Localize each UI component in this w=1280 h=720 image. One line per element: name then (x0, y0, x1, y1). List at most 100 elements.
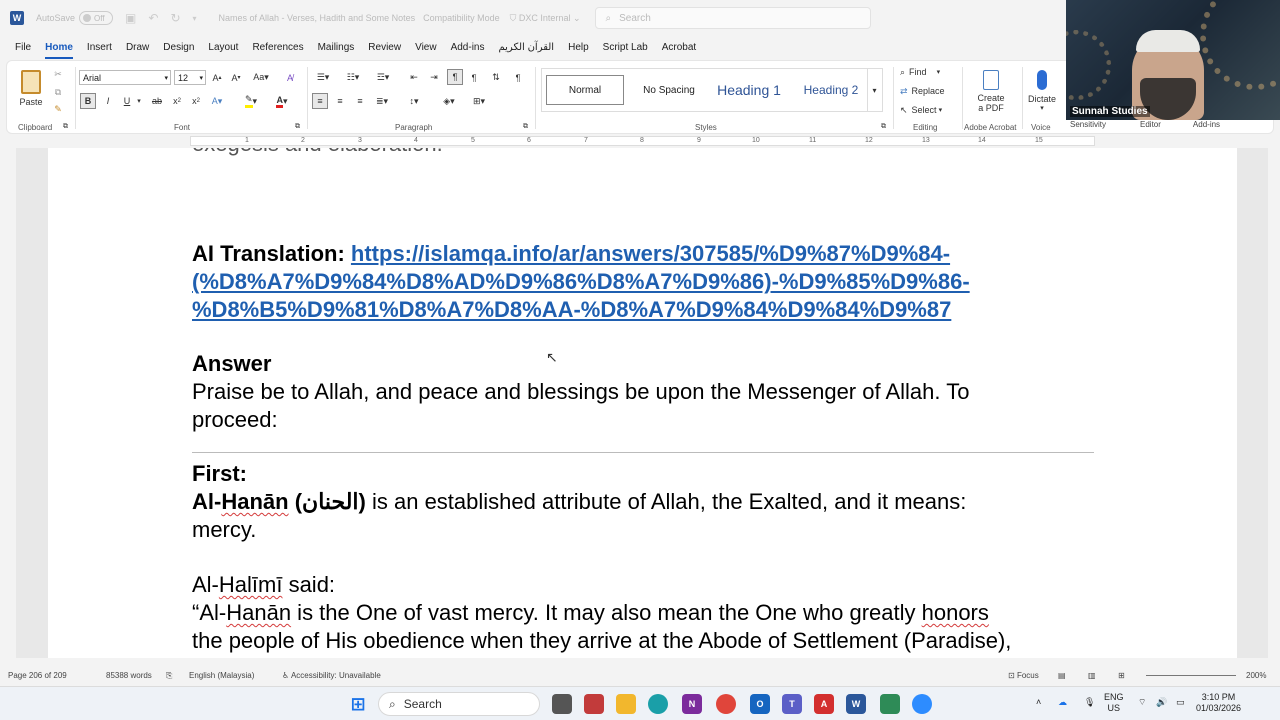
dictate-button[interactable]: Dictate ▾ (1025, 65, 1059, 117)
tab-mailings[interactable]: Mailings (318, 40, 355, 55)
clipboard-launcher-icon[interactable]: ⧉ (63, 123, 68, 131)
tab-file[interactable]: File (15, 40, 31, 55)
tab-draw[interactable]: Draw (126, 40, 149, 55)
subscript-button[interactable]: x2 (170, 93, 184, 109)
select-button[interactable]: ↖ Select ▾ (900, 103, 956, 117)
grow-font-icon[interactable]: A ▴ (210, 70, 224, 85)
mic-tray-icon[interactable]: 🎙 (1084, 697, 1095, 708)
tab-quran[interactable]: القرآن الكريم (498, 40, 554, 55)
increase-indent-icon[interactable]: ⇥ (427, 70, 441, 85)
styles-launcher-icon[interactable]: ⧉ (881, 123, 886, 131)
file-explorer-icon[interactable] (616, 694, 636, 714)
tab-view[interactable]: View (415, 40, 437, 55)
tab-review[interactable]: Review (368, 40, 401, 55)
shrink-font-icon[interactable]: A ▾ (229, 70, 243, 85)
wifi-icon[interactable]: ⌔ (1138, 697, 1146, 708)
font-color-icon[interactable]: A ▾ (272, 93, 292, 109)
print-layout-icon[interactable]: ▥ (1088, 671, 1096, 680)
tray-chevron-icon[interactable]: ˄ (1036, 697, 1041, 708)
accessibility-status[interactable]: ♿ Accessibility: Unavailable (282, 671, 381, 680)
redo-icon[interactable]: ↻ (170, 11, 180, 25)
focus-button[interactable]: ⊡ Focus (1008, 671, 1039, 680)
proofing-icon[interactable]: ⎘ (166, 671, 172, 681)
ltr-icon[interactable]: ¶ (447, 69, 463, 85)
vertical-scrollbar[interactable] (1256, 148, 1268, 658)
cut-icon[interactable]: ✂ (51, 67, 65, 81)
word-count[interactable]: 85388 words (106, 671, 152, 680)
chevron-down-icon[interactable]: ▾ (135, 93, 143, 109)
show-formatting-icon[interactable]: ¶ (511, 70, 525, 85)
style-heading-2[interactable]: Heading 2 (792, 75, 870, 105)
bold-button[interactable]: B (80, 93, 96, 109)
autosave-toggle[interactable]: Off (79, 11, 114, 25)
zoom-slider[interactable] (1146, 675, 1236, 676)
zoom-app-icon[interactable] (912, 694, 932, 714)
snipping-tool-icon[interactable] (584, 694, 604, 714)
document-page[interactable]: exegesis and elaboration. AI Translation… (48, 148, 1237, 658)
italic-button[interactable]: I (100, 93, 116, 109)
style-no-spacing[interactable]: No Spacing (630, 75, 708, 105)
zoom-level[interactable]: 200% (1246, 671, 1266, 680)
tab-script-lab[interactable]: Script Lab (603, 40, 648, 55)
multilevel-list-icon[interactable]: ☲▾ (373, 70, 393, 85)
tab-add-ins[interactable]: Add-ins (451, 40, 485, 55)
bullets-icon[interactable]: ☰▾ (313, 70, 333, 85)
app-green-icon[interactable] (880, 694, 900, 714)
save-icon[interactable]: ▣ (125, 11, 136, 25)
numbering-icon[interactable]: ☷▾ (343, 70, 363, 85)
tab-design[interactable]: Design (163, 40, 194, 55)
word-taskbar-icon[interactable]: W (846, 694, 866, 714)
text-effects-icon[interactable]: A▾ (209, 93, 225, 109)
shading-icon[interactable]: ◈▾ (439, 93, 459, 109)
clock[interactable]: 3:10 PM 01/03/2026 (1196, 692, 1241, 714)
edge-icon[interactable] (648, 694, 668, 714)
language[interactable]: English (Malaysia) (189, 671, 254, 680)
clear-formatting-icon[interactable]: A̸ (283, 70, 297, 85)
task-view-icon[interactable] (552, 694, 572, 714)
read-mode-icon[interactable]: ▤ (1058, 671, 1066, 680)
battery-icon[interactable]: ▭ (1176, 697, 1185, 708)
onedrive-icon[interactable]: ☁ (1058, 697, 1067, 708)
tab-layout[interactable]: Layout (208, 40, 238, 55)
tab-home[interactable]: Home (45, 40, 73, 59)
teams-icon[interactable]: T (782, 694, 802, 714)
find-button[interactable]: ⌕ Find ▾ (900, 65, 956, 79)
chrome-icon[interactable] (716, 694, 736, 714)
align-left-button[interactable]: ≡ (312, 93, 328, 109)
acrobat-icon[interactable]: A (814, 694, 834, 714)
style-heading-1[interactable]: Heading 1 (710, 75, 788, 105)
justify-button[interactable]: ≣▾ (372, 93, 392, 109)
web-layout-icon[interactable]: ⊞ (1118, 671, 1125, 680)
paste-button[interactable]: Paste (17, 65, 45, 111)
tab-acrobat[interactable]: Acrobat (662, 40, 696, 55)
sensitivity-label[interactable]: ⛉ DXC Internal ⌄ (510, 13, 581, 24)
windows-start-icon[interactable]: ⊞ (348, 694, 368, 714)
font-launcher-icon[interactable]: ⧉ (295, 123, 300, 131)
borders-icon[interactable]: ⊞▾ (469, 93, 489, 109)
source-link-line-3[interactable]: %D8%B5%D9%81%D8%A7%D8%AA-%D8%A7%D9%84%D9… (192, 297, 951, 322)
onenote-icon[interactable]: N (682, 694, 702, 714)
highlight-color-icon[interactable]: ✎ ▾ (241, 93, 261, 109)
tab-help[interactable]: Help (568, 40, 589, 55)
font-size-select[interactable]: 12 ▾ (174, 70, 206, 85)
volume-icon[interactable]: 🔊 (1156, 697, 1167, 708)
styles-more-button[interactable]: ▾ (867, 69, 881, 111)
style-normal[interactable]: Normal (546, 75, 624, 105)
decrease-indent-icon[interactable]: ⇤ (407, 70, 421, 85)
customize-qat-icon[interactable]: ▾ (193, 14, 197, 23)
rtl-icon[interactable]: ¶ (467, 70, 481, 85)
font-name-select[interactable]: Arial ▾ (79, 70, 171, 85)
superscript-button[interactable]: x2 (189, 93, 203, 109)
copy-icon[interactable]: ⧉ (51, 85, 65, 99)
undo-icon[interactable]: ↶ (148, 11, 158, 25)
tab-references[interactable]: References (252, 40, 303, 55)
tab-insert[interactable]: Insert (87, 40, 112, 55)
taskbar-search[interactable]: ⌕ Search (378, 692, 540, 716)
format-painter-icon[interactable]: ✎ (51, 102, 65, 116)
sort-icon[interactable]: ⇅ (489, 70, 503, 85)
title-search-box[interactable]: ⌕ Search (594, 7, 871, 29)
align-center-button[interactable]: ≡ (332, 93, 348, 109)
source-link-line-2[interactable]: (%D8%A7%D9%84%D8%AD%D9%86%D8%A7%D9%86)-%… (192, 269, 970, 294)
horizontal-ruler[interactable]: 1 2 3 4 5 6 7 8 9 10 11 12 13 14 15 (0, 134, 1280, 148)
align-right-button[interactable]: ≡ (352, 93, 368, 109)
